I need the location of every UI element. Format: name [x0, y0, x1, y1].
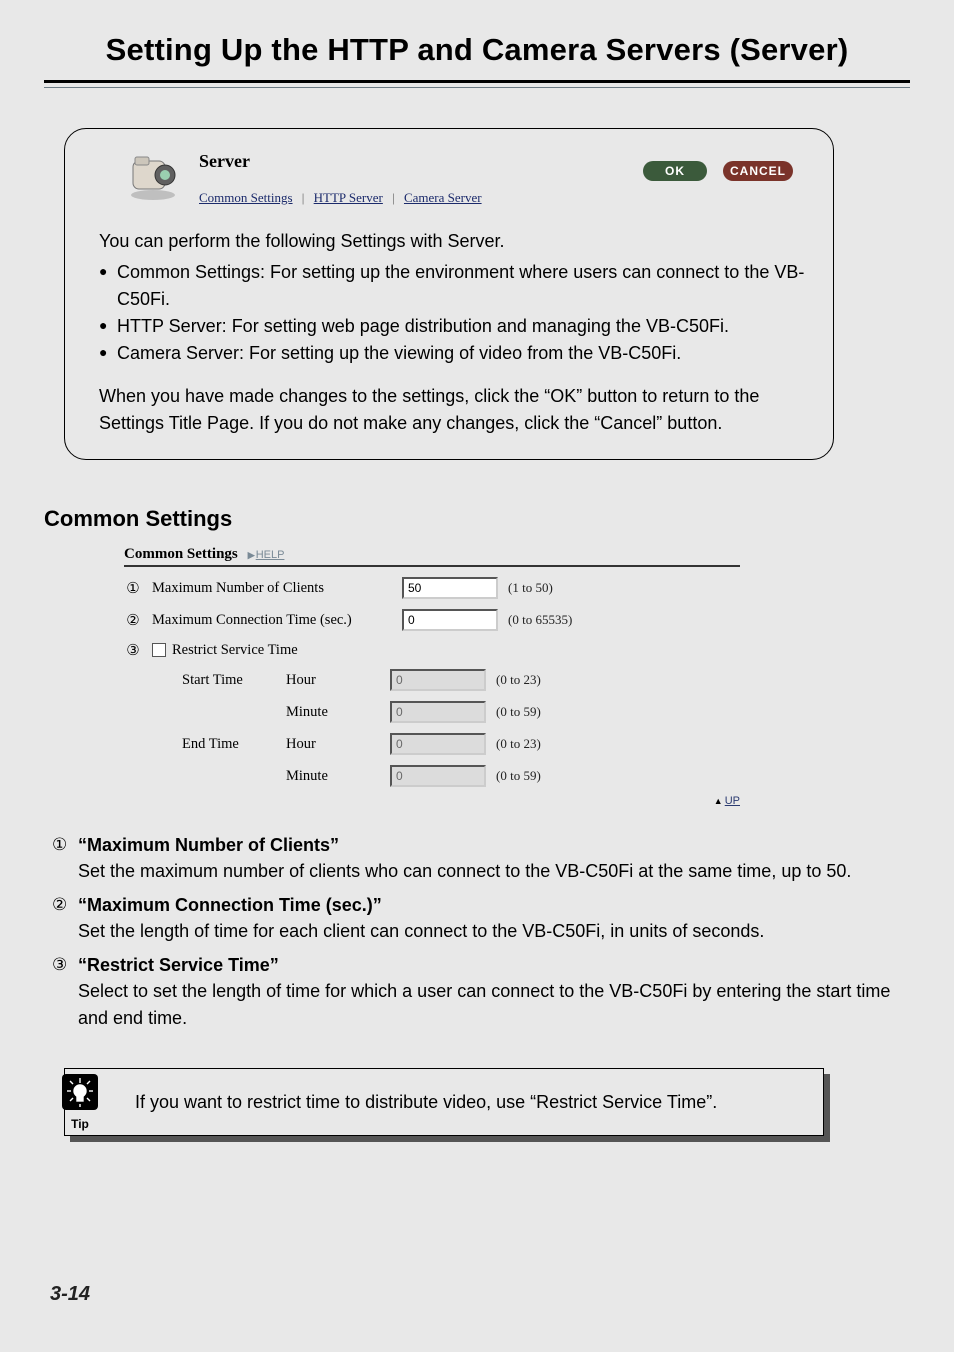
input-max-clients[interactable] — [402, 577, 498, 599]
link-separator: | — [392, 190, 395, 205]
label-hour: Hour — [286, 672, 390, 689]
intro-lead: You can perform the following Settings w… — [99, 228, 805, 255]
marker-3: ③ — [124, 641, 142, 659]
label-start-time: Start Time — [182, 672, 286, 689]
checkbox-restrict-service-time[interactable] — [152, 643, 166, 657]
label-minute: Minute — [286, 704, 390, 721]
divider-thick — [44, 80, 910, 83]
def-title: “Maximum Number of Clients” — [78, 835, 339, 855]
def-title: “Restrict Service Time” — [78, 955, 279, 975]
marker-2: ② — [124, 611, 142, 629]
marker-1: ① — [124, 579, 142, 597]
page-header: Setting Up the HTTP and Camera Servers (… — [44, 28, 910, 88]
def-text: Set the maximum number of clients who ca… — [78, 858, 902, 885]
link-separator: | — [302, 190, 305, 205]
panel-title: Common Settings — [124, 546, 238, 563]
tip-box: Tip If you want to restrict time to dist… — [64, 1068, 824, 1136]
label-restrict: Restrict Service Time — [172, 642, 298, 659]
help-arrow-icon: ▶ — [248, 550, 255, 560]
link-common-settings[interactable]: Common Settings — [199, 190, 293, 205]
label-max-clients: Maximum Number of Clients — [152, 580, 402, 597]
input-start-hour[interactable] — [390, 669, 486, 691]
definitions: ① “Maximum Number of Clients” Set the ma… — [44, 835, 910, 1032]
page-number: 3-14 — [50, 1283, 90, 1306]
def-marker: ① — [52, 835, 78, 885]
range-minute: (0 to 59) — [496, 768, 541, 784]
help-link[interactable]: HELP — [256, 549, 285, 561]
input-max-conn[interactable] — [402, 609, 498, 631]
label-end-time: End Time — [182, 736, 286, 753]
camera-icon — [125, 151, 181, 201]
intro-card: Server Common Settings | HTTP Server | C… — [64, 128, 834, 460]
up-arrow-icon: ▲ — [714, 796, 723, 806]
label-hour: Hour — [286, 736, 390, 753]
def-marker: ② — [52, 895, 78, 945]
input-end-minute[interactable] — [390, 765, 486, 787]
divider-thin — [44, 87, 910, 88]
common-settings-panel: Common Settings ▶HELP ① Maximum Number o… — [124, 546, 740, 807]
ok-button[interactable]: OK — [643, 161, 707, 181]
input-start-minute[interactable] — [390, 701, 486, 723]
def-marker: ③ — [52, 955, 78, 1032]
tip-label: Tip — [71, 1117, 89, 1131]
range-hour: (0 to 23) — [496, 736, 541, 752]
def-text: Select to set the length of time for whi… — [78, 978, 902, 1032]
input-end-hour[interactable] — [390, 733, 486, 755]
up-link[interactable]: UP — [725, 795, 740, 807]
link-camera-server[interactable]: Camera Server — [404, 190, 482, 205]
section-heading: Common Settings — [44, 506, 910, 532]
cancel-button[interactable]: CANCEL — [723, 161, 793, 181]
lightbulb-icon — [62, 1074, 98, 1115]
intro-bullet: HTTP Server: For setting web page distri… — [99, 313, 805, 340]
def-text: Set the length of time for each client c… — [78, 918, 902, 945]
range-max-conn: (0 to 65535) — [508, 612, 572, 628]
label-minute: Minute — [286, 768, 390, 785]
intro-closing: When you have made changes to the settin… — [99, 383, 805, 437]
nav-links: Common Settings | HTTP Server | Camera S… — [199, 190, 805, 206]
intro-bullet: Common Settings: For setting up the envi… — [99, 259, 805, 313]
range-minute: (0 to 59) — [496, 704, 541, 720]
page-title: Setting Up the HTTP and Camera Servers (… — [44, 28, 910, 78]
def-title: “Maximum Connection Time (sec.)” — [78, 895, 382, 915]
range-max-clients: (1 to 50) — [508, 580, 553, 596]
link-http-server[interactable]: HTTP Server — [314, 190, 383, 205]
intro-bullet: Camera Server: For setting up the viewin… — [99, 340, 805, 367]
tip-text: If you want to restrict time to distribu… — [135, 1092, 717, 1113]
label-max-conn: Maximum Connection Time (sec.) — [152, 612, 402, 629]
range-hour: (0 to 23) — [496, 672, 541, 688]
